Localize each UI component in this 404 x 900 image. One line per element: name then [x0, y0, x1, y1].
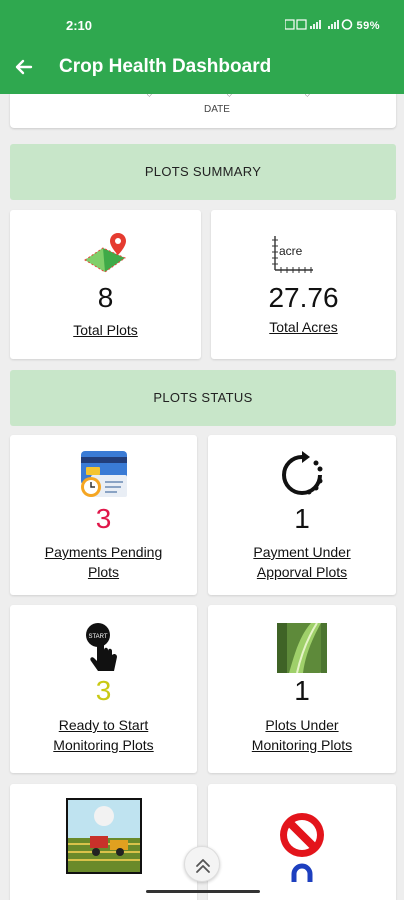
arrow-left-icon [15, 59, 33, 75]
ready-to-start-value: 3 [10, 675, 197, 707]
ready-to-start-card[interactable]: START 3 Ready to Start Monitoring Plots [10, 605, 197, 773]
payments-pending-card[interactable]: 3 Payments Pending Plots [10, 435, 197, 595]
plots-under-monitoring-label-line1: Plots Under [265, 717, 339, 733]
signal-icons [284, 19, 353, 30]
scroll-to-top-button[interactable] [184, 846, 220, 882]
payment-under-approval-card[interactable]: 1 Payment Under Apporval Plots [208, 435, 396, 595]
payments-pending-value: 3 [10, 503, 197, 535]
plots-under-monitoring-label[interactable]: Plots Under Monitoring Plots [208, 715, 396, 755]
ready-to-start-label-line2: Monitoring Plots [53, 737, 154, 753]
payments-pending-label-line1: Payments Pending [44, 544, 163, 560]
x-tick-mark: ⌂ [223, 94, 235, 99]
harvester-field-icon [65, 798, 142, 874]
start-icon-text: START [88, 634, 107, 640]
payment-under-approval-label-line2: Apporval Plots [256, 564, 348, 580]
refresh-progress-icon [282, 451, 323, 495]
plots-under-monitoring-count: 1 [294, 675, 310, 706]
acre-icon-text: acre [279, 244, 303, 258]
status-icons: 59% [284, 18, 380, 32]
double-chevron-up-icon [196, 859, 210, 873]
status-bar: 2:10 59% [0, 0, 404, 40]
gesture-nav-bar [146, 890, 260, 893]
total-acres-value: 27.76 [268, 282, 339, 313]
total-plots-card[interactable]: 8 Total Plots [10, 210, 201, 359]
total-acres-card[interactable]: acre 27.76 Total Acres [211, 210, 396, 359]
plots-under-monitoring-value: 1 [208, 675, 396, 707]
x-tick-mark: ⌂ [301, 94, 313, 99]
payment-under-approval-value: 1 [208, 503, 396, 535]
payment-under-approval-label[interactable]: Payment Under Apporval Plots [208, 542, 396, 582]
chart-x-axis-label: DATE [204, 104, 230, 115]
dashboard-scroll-area[interactable]: ⌂ ⌂ ⌂ DATE PLOTS SUMMARY 8 Total Plots a… [0, 94, 404, 900]
x-tick-mark: ⌂ [143, 94, 155, 99]
payments-pending-label[interactable]: Payments Pending Plots [10, 542, 197, 582]
tap-start-icon: START [85, 623, 117, 671]
plots-status-header: PLOTS STATUS [10, 370, 396, 426]
prohibited-icon [280, 813, 324, 882]
chart-card-partial: ⌂ ⌂ ⌂ DATE [10, 94, 396, 128]
payment-under-approval-count: 1 [294, 503, 310, 534]
battery-percent: 59% [356, 20, 380, 32]
status-time: 2:10 [66, 18, 93, 33]
plots-under-monitoring-card[interactable]: 1 Plots Under Monitoring Plots [208, 605, 396, 773]
harvested-plots-card[interactable] [10, 784, 197, 900]
payment-under-approval-label-line1: Payment Under [253, 544, 351, 560]
back-button[interactable] [10, 53, 38, 81]
plots-under-monitoring-label-line2: Monitoring Plots [251, 737, 353, 753]
leaf-closeup-icon [277, 623, 327, 673]
total-acres-label[interactable]: Total Acres [211, 317, 396, 337]
acre-ruler-icon: acre [272, 236, 314, 273]
rejected-plots-card[interactable] [208, 784, 396, 900]
map-pin-field-icon [83, 233, 126, 273]
ready-to-start-label[interactable]: Ready to Start Monitoring Plots [10, 715, 197, 755]
page-title: Crop Health Dashboard [59, 56, 272, 77]
payments-pending-label-line2: Plots [87, 564, 120, 580]
ready-to-start-label-line1: Ready to Start [58, 717, 149, 733]
payments-pending-count: 3 [95, 503, 112, 534]
app-bar: Crop Health Dashboard [0, 40, 404, 94]
payment-card-clock-icon [80, 451, 127, 497]
total-plots-label[interactable]: Total Plots [10, 320, 201, 340]
ready-to-start-count: 3 [95, 675, 112, 706]
plots-summary-header: PLOTS SUMMARY [10, 144, 396, 200]
total-plots-value: 8 [97, 282, 114, 313]
